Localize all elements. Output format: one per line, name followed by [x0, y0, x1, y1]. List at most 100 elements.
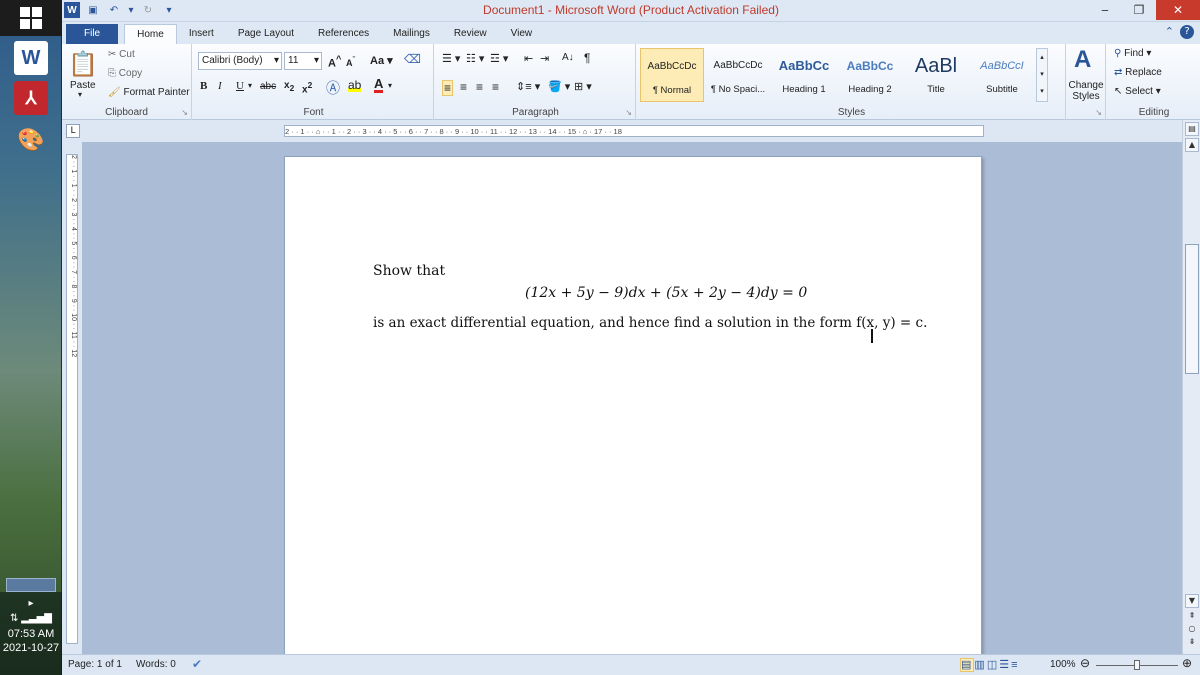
subscript-button[interactable]: x2 — [284, 80, 294, 93]
start-button[interactable] — [0, 0, 62, 36]
format-painter-button[interactable]: 🖌 Format Painter — [108, 87, 190, 98]
shrink-font-button[interactable]: Aˇ — [346, 55, 355, 68]
more-styles-icon[interactable]: ▾ — [1037, 83, 1047, 100]
scroll-down-icon[interactable]: ▼ — [1185, 594, 1199, 608]
taskbar-acrobat[interactable]: ⅄ — [0, 80, 62, 116]
multilevel-list-icon[interactable]: ☲ ▾ — [490, 52, 508, 65]
shading-icon[interactable]: 🪣 ▾ — [548, 80, 570, 93]
clock-time[interactable]: 07:53 AM — [0, 628, 62, 640]
style-heading-2[interactable]: AaBbCc Heading 2 — [838, 48, 902, 102]
taskbar-paint[interactable]: 🎨 — [0, 122, 62, 158]
vertical-scrollbar[interactable]: ▤ ▲ ▼ ⇞ ○ ⇟ — [1182, 120, 1200, 654]
select-button[interactable]: ↖ Select ▾ — [1114, 86, 1161, 97]
underline-button[interactable]: U — [236, 80, 244, 92]
tab-view[interactable]: View — [499, 24, 545, 44]
change-styles-icon[interactable]: A — [1074, 46, 1091, 74]
clock-date[interactable]: 2021-10-27 — [0, 642, 62, 654]
full-screen-reading-icon[interactable]: ▥ — [974, 659, 986, 671]
text-effects-icon[interactable]: Ⓐ — [326, 78, 340, 98]
tab-file[interactable]: File — [66, 24, 119, 44]
change-styles-button[interactable]: Change Styles — [1068, 80, 1104, 102]
scroll-up-icon[interactable]: ▲ — [1185, 138, 1199, 152]
taskbar-scroller[interactable] — [6, 578, 56, 592]
word-count[interactable]: Words: 0 — [136, 659, 176, 670]
style-title[interactable]: AaBl Title — [904, 48, 968, 102]
paragraph-launcher-icon[interactable]: ↘ — [625, 108, 632, 117]
justify-icon[interactable]: ≡ — [492, 80, 499, 94]
paste-button[interactable]: Paste — [70, 80, 96, 91]
page-count[interactable]: Page: 1 of 1 — [68, 659, 122, 670]
taskbar-word[interactable]: W — [0, 40, 62, 76]
tab-references[interactable]: References — [306, 24, 381, 44]
doc-line-exact[interactable]: is an exact differential equation, and h… — [373, 315, 927, 331]
network-signal-icon[interactable]: ⇅ ▂▃▅▇ — [0, 613, 62, 624]
font-color-dropdown-icon[interactable]: ▾ — [388, 81, 392, 90]
zoom-out-icon[interactable]: ⊖ — [1080, 656, 1090, 670]
tab-page-layout[interactable]: Page Layout — [226, 24, 306, 44]
line-spacing-icon[interactable]: ⇕≡ ▾ — [516, 80, 540, 93]
zoom-level[interactable]: 100% — [1050, 659, 1076, 670]
tab-insert[interactable]: Insert — [177, 24, 226, 44]
numbering-icon[interactable]: ☷ ▾ — [466, 52, 484, 65]
bullets-icon[interactable]: ☰ ▾ — [442, 52, 460, 65]
highlight-icon[interactable]: ab — [348, 78, 362, 92]
minimize-button[interactable]: ‒ — [1088, 0, 1122, 20]
restore-button[interactable]: ❐ — [1122, 0, 1156, 20]
align-right-icon[interactable]: ≡ — [476, 80, 483, 94]
web-layout-icon[interactable]: ◫ — [987, 659, 999, 671]
align-left-icon[interactable]: ≡ — [442, 80, 454, 96]
ruler-toggle-icon[interactable]: ▤ — [1185, 122, 1199, 136]
tab-review[interactable]: Review — [442, 24, 499, 44]
align-center-icon[interactable]: ≡ — [460, 80, 467, 94]
styles-launcher-icon[interactable]: ↘ — [1095, 108, 1102, 117]
expand-tray-icon[interactable]: ▸ — [0, 598, 62, 609]
font-color-icon[interactable]: A — [374, 77, 384, 93]
next-page-icon[interactable]: ⇟ — [1185, 636, 1199, 650]
grow-font-button[interactable]: A^ — [328, 54, 341, 70]
vertical-ruler-scale[interactable]: 2 · · 1 · · 1 · · 2 · · 3 · · 4 · · 5 · … — [66, 154, 78, 644]
sort-button[interactable]: A↓ — [562, 52, 574, 63]
tab-home[interactable]: Home — [124, 24, 177, 44]
strikethrough-button[interactable]: abc — [260, 81, 276, 92]
ruler-scale[interactable]: 2 · · 1 · · ⌂ · · 1 · · 2 · · 3 · · 4 · … — [284, 125, 984, 137]
print-layout-icon[interactable]: ▤ — [960, 658, 975, 672]
clipboard-launcher-icon[interactable]: ↘ — [181, 108, 188, 117]
copy-button[interactable]: ⎘ Copy — [108, 68, 142, 79]
zoom-in-icon[interactable]: ⊕ — [1182, 656, 1192, 670]
close-button[interactable]: ✕ — [1156, 0, 1200, 20]
previous-page-icon[interactable]: ⇞ — [1185, 610, 1199, 624]
font-family-select[interactable]: Calibri (Body) ▾ — [198, 52, 282, 70]
underline-dropdown-icon[interactable]: ▾ — [248, 81, 252, 90]
browse-object-icon[interactable]: ○ — [1185, 623, 1199, 637]
chevron-down-icon[interactable]: ▾ — [1037, 66, 1047, 83]
scroll-thumb[interactable] — [1185, 244, 1199, 374]
paste-icon[interactable]: 📋 — [68, 50, 98, 79]
change-case-button[interactable]: Aa ▾ — [370, 54, 393, 67]
superscript-button[interactable]: x2 — [302, 80, 312, 95]
doc-equation[interactable]: (12x + 5y − 9)dx + (5x + 2y − 4)dy = 0 — [525, 285, 807, 301]
doc-line-show-that[interactable]: Show that — [373, 263, 445, 279]
show-formatting-button[interactable]: ¶ — [584, 51, 590, 65]
style-normal[interactable]: AaBbCcDc ¶ Normal — [640, 48, 704, 102]
borders-icon[interactable]: ⊞ ▾ — [574, 80, 592, 93]
tab-selector[interactable]: L — [66, 124, 80, 138]
zoom-slider-thumb[interactable] — [1134, 660, 1140, 670]
minimize-ribbon-icon[interactable]: ⌃ — [1165, 25, 1174, 39]
styles-scroll[interactable]: ▴ ▾ ▾ — [1036, 48, 1048, 102]
help-icon[interactable]: ? — [1180, 25, 1194, 39]
cut-button[interactable]: ✂ Cut — [108, 49, 135, 60]
outline-icon[interactable]: ☰ — [999, 659, 1011, 671]
decrease-indent-icon[interactable]: ⇤ — [524, 52, 533, 65]
replace-button[interactable]: ⇄ Replace — [1114, 67, 1162, 78]
paste-dropdown-icon[interactable]: ▾ — [78, 90, 82, 99]
font-size-select[interactable]: 11 ▾ — [284, 52, 322, 70]
proofing-icon[interactable]: ✔ — [192, 657, 202, 671]
bold-button[interactable]: B — [200, 80, 207, 92]
tab-mailings[interactable]: Mailings — [381, 24, 442, 44]
document-page[interactable]: Show that (12x + 5y − 9)dx + (5x + 2y − … — [284, 156, 982, 675]
style-subtitle[interactable]: AaBbCcI Subtitle — [970, 48, 1034, 102]
find-button[interactable]: ⚲ Find ▾ — [1114, 48, 1151, 59]
chevron-up-icon[interactable]: ▴ — [1037, 49, 1047, 66]
style-heading-1[interactable]: AaBbCc Heading 1 — [772, 48, 836, 102]
draft-icon[interactable]: ≡ — [1011, 659, 1019, 671]
